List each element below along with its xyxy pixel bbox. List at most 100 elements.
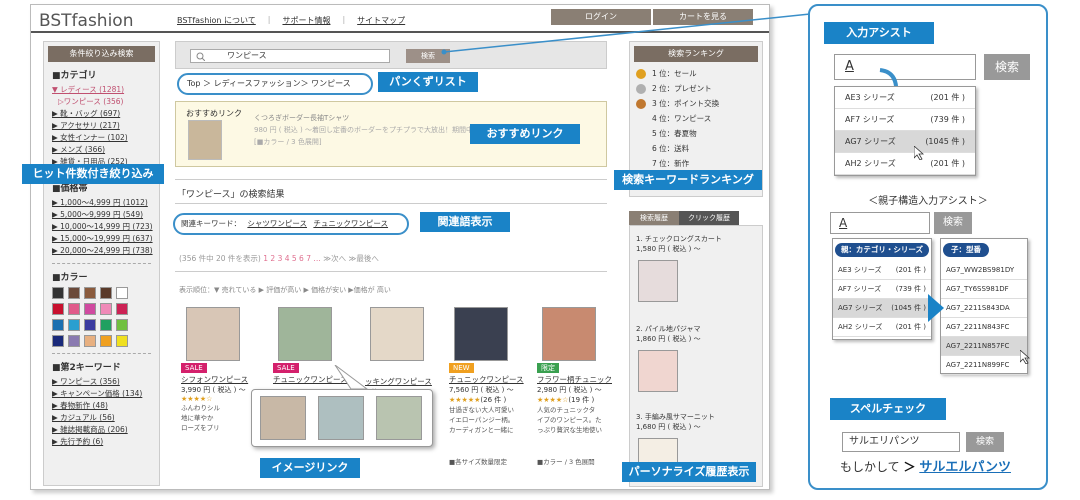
- category-item[interactable]: ▶ メンズ (366): [52, 144, 153, 156]
- keyword-item[interactable]: ▶ カジュアル (56): [52, 412, 153, 424]
- history-image-1[interactable]: [638, 260, 678, 302]
- recommend-item-title[interactable]: くつろぎボーダー長袖Tシャツ: [254, 114, 349, 122]
- category-item[interactable]: ▼ レディース (1281): [52, 84, 153, 96]
- product-name[interactable]: ッキングワンピース: [365, 376, 432, 387]
- color-swatch[interactable]: [100, 303, 112, 315]
- history-item-2[interactable]: 2. パイル地パジャマ 1,860 円 ( 税込 ) 〜: [636, 324, 701, 344]
- recommend-image[interactable]: [188, 120, 222, 160]
- child-suggestion[interactable]: AG7_2211N899FC: [941, 356, 1027, 375]
- assist-suggestion[interactable]: AG7 シリーズ (1045 件 ): [835, 131, 975, 153]
- last-link[interactable]: ≫最後へ: [349, 254, 379, 263]
- color-swatch[interactable]: [68, 303, 80, 315]
- keyword-item[interactable]: ▶ キャンペーン価格 (134): [52, 388, 153, 400]
- assist-suggestion[interactable]: AF7 シリーズ (739 件 ): [835, 109, 975, 131]
- color-swatch[interactable]: [68, 319, 80, 331]
- keyword-item[interactable]: ▶ 先行予約 (6): [52, 436, 153, 448]
- product-card[interactable]: SALE シフォンワンピース 3,990 円 ( 税込 ) 〜 ★★★★☆ ふんわりシル…: [181, 307, 248, 433]
- ranking-item[interactable]: 4 位：ワンピース: [630, 111, 762, 126]
- child-suggestion[interactable]: AG7_WW2BS981DY: [941, 261, 1027, 280]
- price-item[interactable]: ▶ 20,000〜24,999 円 (738): [52, 245, 153, 257]
- assist-suggestion[interactable]: AE3 シリーズ (201 件 ): [835, 87, 975, 109]
- ranking-item[interactable]: 1 位：セール: [630, 66, 762, 81]
- product-image[interactable]: [186, 307, 240, 361]
- popup-image-3[interactable]: [376, 396, 422, 440]
- page-links[interactable]: 1 2 3 4 5 6 7 …: [263, 254, 321, 263]
- tab-search-history[interactable]: 検索履歴: [629, 211, 679, 225]
- next-link[interactable]: ≫次へ: [323, 254, 346, 263]
- spell-suggestion-link[interactable]: サルエルパンツ: [919, 460, 1011, 475]
- product-image[interactable]: [454, 307, 508, 361]
- child-suggestion[interactable]: AG7_TY6SS981DF: [941, 280, 1027, 299]
- color-swatch[interactable]: [100, 335, 112, 347]
- color-swatch[interactable]: [84, 319, 96, 331]
- color-swatch[interactable]: [52, 303, 64, 315]
- category-item[interactable]: ▶ 靴・バッグ (697): [52, 108, 153, 120]
- color-swatch[interactable]: [116, 287, 128, 299]
- history-image-2[interactable]: [638, 350, 678, 392]
- breadcrumb[interactable]: Top ＞ レディースファッション＞ ワンピース: [177, 73, 373, 95]
- parent-assist-button[interactable]: 検索: [934, 212, 972, 234]
- nav-link-sitemap[interactable]: サイトマップ: [357, 15, 405, 26]
- history-item-1[interactable]: 1. チェックロングスカート 1,580 円 ( 税込 ) 〜: [636, 234, 722, 254]
- color-swatch[interactable]: [52, 319, 64, 331]
- parent-assist-input[interactable]: A: [830, 212, 930, 234]
- color-swatch[interactable]: [116, 303, 128, 315]
- color-swatch[interactable]: [52, 335, 64, 347]
- price-item[interactable]: ▶ 5,000〜9,999 円 (549): [52, 209, 153, 221]
- product-image[interactable]: [278, 307, 332, 361]
- color-swatch[interactable]: [116, 319, 128, 331]
- keyword-item[interactable]: ▶ 春物新作 (48): [52, 400, 153, 412]
- product-card[interactable]: NEW チュニックワンピース 7,560 円 ( 税込 ) 〜 ★★★★★(26 件 …: [449, 307, 524, 435]
- keyword-item[interactable]: ▶ 雑誌掲載商品 (206): [52, 424, 153, 436]
- product-name[interactable]: フラワー柄チュニック: [537, 374, 612, 385]
- color-swatch[interactable]: [84, 287, 96, 299]
- ranking-item[interactable]: 3 位：ポイント交換: [630, 96, 762, 111]
- ranking-item[interactable]: 5 位：春夏物: [630, 126, 762, 141]
- nav-link-support[interactable]: サポート情報: [282, 15, 330, 26]
- color-swatch[interactable]: [84, 303, 96, 315]
- price-item[interactable]: ▶ 1,000〜4,999 円 (1012): [52, 197, 153, 209]
- product-name[interactable]: チュニックワンピース: [273, 374, 348, 385]
- parent-suggestion[interactable]: AF7 シリーズ (739 件 ): [833, 280, 931, 299]
- child-suggestion[interactable]: AG7_2211S843DA: [941, 299, 1027, 318]
- price-item[interactable]: ▶ 10,000〜14,999 円 (723): [52, 221, 153, 233]
- spell-search-button[interactable]: 検索: [966, 432, 1004, 452]
- child-suggestion[interactable]: AG7_2211N843FC: [941, 318, 1027, 337]
- product-card[interactable]: 限定 フラワー柄チュニック 2,980 円 ( 税込 ) 〜 ★★★★☆(19 件 )…: [537, 307, 612, 435]
- color-swatch[interactable]: [68, 287, 80, 299]
- color-swatch[interactable]: [52, 287, 64, 299]
- related-link-tunic[interactable]: チュニックワンピース: [313, 219, 388, 228]
- product-name[interactable]: チュニックワンピース: [449, 374, 524, 385]
- category-item[interactable]: ▷ワンピース (356): [52, 96, 153, 108]
- parent-suggestion[interactable]: AG7 シリーズ (1045 件 ): [833, 299, 931, 318]
- assist-search-button[interactable]: 検索: [984, 54, 1030, 80]
- color-swatch[interactable]: [84, 335, 96, 347]
- product-card[interactable]: SALE チュニックワンピース: [273, 307, 348, 385]
- product-image[interactable]: [542, 307, 596, 361]
- popup-image-2[interactable]: [318, 396, 364, 440]
- ranking-item[interactable]: 2 位：プレゼント: [630, 81, 762, 96]
- related-link-shirt[interactable]: シャツワンピース: [247, 219, 307, 228]
- color-swatch[interactable]: [116, 335, 128, 347]
- sort-options[interactable]: 表示順位：▼ 売れている ▶ 評価が高い ▶ 価格が安い ▶価格が 高い: [179, 285, 391, 295]
- product-name[interactable]: シフォンワンピース: [181, 374, 248, 385]
- color-swatch[interactable]: [68, 335, 80, 347]
- history-item-3[interactable]: 3. 手編み風サマーニット 1,680 円 ( 税込 ) 〜: [636, 412, 715, 432]
- assist-suggestion[interactable]: AH2 シリーズ (201 件 ): [835, 153, 975, 175]
- child-suggestion[interactable]: AG7_2211N857FC: [941, 337, 1027, 356]
- ranking-item[interactable]: 7 位：新作: [630, 156, 762, 171]
- nav-link-about[interactable]: BSTfashion について: [177, 15, 256, 26]
- search-input[interactable]: ワンピース: [190, 49, 390, 63]
- category-item[interactable]: ▶ アクセサリ (217): [52, 120, 153, 132]
- color-swatch[interactable]: [100, 319, 112, 331]
- product-image[interactable]: [370, 307, 424, 361]
- spell-input[interactable]: サルエリパンツ: [842, 432, 960, 452]
- ranking-item[interactable]: 6 位：送料: [630, 141, 762, 156]
- tab-click-history[interactable]: クリック履歴: [679, 211, 739, 225]
- keyword-item[interactable]: ▶ ワンピース (356): [52, 376, 153, 388]
- popup-image-1[interactable]: [260, 396, 306, 440]
- category-item[interactable]: ▶ 女性インナー (102): [52, 132, 153, 144]
- parent-suggestion[interactable]: AE3 シリーズ (201 件 ): [833, 261, 931, 280]
- color-swatch[interactable]: [100, 287, 112, 299]
- price-item[interactable]: ▶ 15,000〜19,999 円 (637): [52, 233, 153, 245]
